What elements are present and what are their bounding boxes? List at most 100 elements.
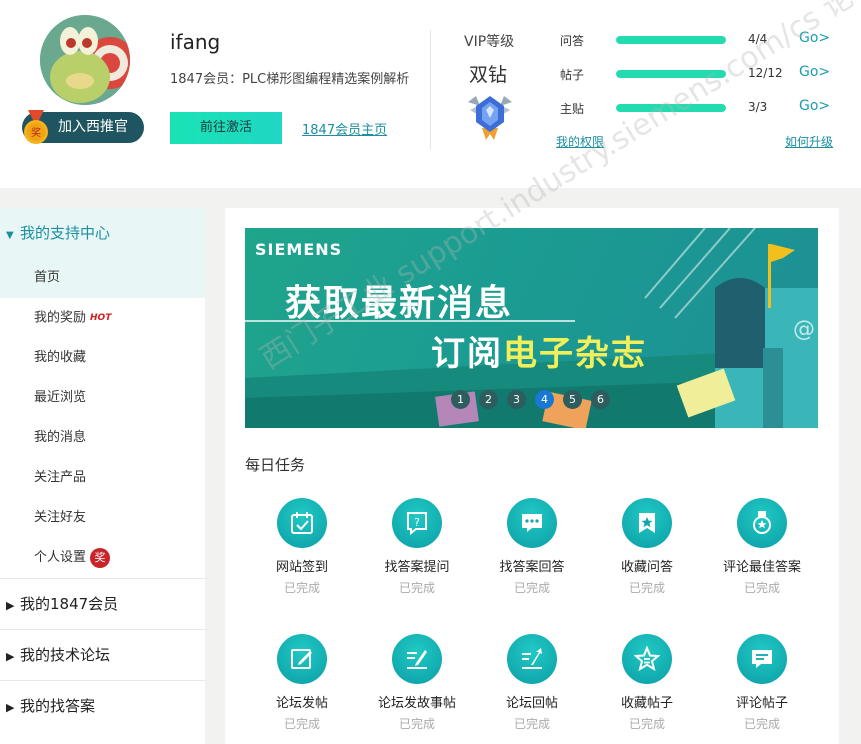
sidebar-item-followed-products[interactable]: 关注产品: [0, 458, 205, 498]
stat-label: 主贴: [560, 102, 585, 116]
svg-text:@: @: [793, 317, 815, 342]
stat-progress-fill: [616, 36, 726, 44]
stat-label: 问答: [560, 34, 585, 48]
sidebar-item-messages[interactable]: 我的消息: [0, 418, 205, 458]
task-ask-question[interactable]: ? 找答案提问 已完成: [367, 498, 467, 596]
sidebar-item-rewards[interactable]: 我的奖励 HOT: [0, 298, 205, 338]
task-status: 已完成: [743, 581, 780, 595]
sidebar-item-label: 我的消息: [34, 430, 87, 445]
sidebar-item-home[interactable]: 首页: [0, 258, 205, 298]
stat-progress-fill: [616, 70, 726, 78]
siemens-logo: SIEMENS: [255, 240, 343, 259]
carousel-dot[interactable]: 1: [451, 390, 470, 409]
sidebar-item-followed-friends[interactable]: 关注好友: [0, 498, 205, 538]
task-status: 已完成: [513, 581, 550, 595]
sidebar-item-label: 个人设置: [34, 550, 87, 565]
profile-header: 加入西推官 奖 ifang 1847会员：PLC梯形图编程精选案例解析 前往激活…: [0, 0, 861, 188]
chevron-down-icon: ▼: [6, 230, 14, 241]
task-name: 网站签到: [275, 560, 328, 575]
vip-title: VIP等级: [464, 34, 515, 50]
stat-go-link[interactable]: Go>: [799, 98, 830, 114]
banner-subheadline: 订阅电子杂志: [431, 326, 647, 375]
stat-row-qa: 问答 4/4 Go>: [560, 30, 830, 50]
sidebar-support-center[interactable]: ▼ 我的支持中心: [0, 208, 205, 258]
sidebar-item-label: 关注好友: [34, 510, 87, 525]
sidebar-item-favorites[interactable]: 我的收藏: [0, 338, 205, 378]
sidebar-section-tech-forum[interactable]: ▶ 我的技术论坛: [0, 629, 205, 680]
star-post-icon: [622, 634, 672, 684]
stat-progress-bar: [616, 36, 726, 44]
stat-progress-bar: [616, 70, 726, 78]
carousel-dot[interactable]: 6: [591, 390, 610, 409]
sidebar-section-label: 我的1847会员: [20, 595, 119, 613]
sidebar-section-1847-member[interactable]: ▶ 我的1847会员: [0, 578, 205, 629]
task-forum-story-post[interactable]: 论坛发故事帖 已完成: [367, 634, 467, 732]
sidebar-section-find-answers[interactable]: ▶ 我的找答案: [0, 680, 205, 731]
task-status: 已完成: [398, 581, 435, 595]
carousel-dots: 123456: [451, 388, 619, 409]
medal-icon: [737, 498, 787, 548]
stat-go-link[interactable]: Go>: [799, 64, 830, 80]
stat-row-posts: 帖子 12/12 Go>: [560, 64, 830, 84]
daily-tasks-title: 每日任务: [245, 456, 306, 474]
task-name: 论坛发故事帖: [377, 696, 456, 711]
stat-progress-bar: [616, 104, 726, 112]
star-bookmark-icon: [622, 498, 672, 548]
award-medal-icon: 奖: [24, 110, 48, 144]
svg-text:?: ?: [414, 516, 420, 529]
sidebar: ▼ 我的支持中心 首页 我的奖励 HOT 我的收藏 最近浏览 我的消息 关注产品 关…: [0, 208, 205, 744]
task-name: 论坛发帖: [275, 696, 328, 711]
task-status: 已完成: [628, 717, 665, 731]
how-upgrade-link[interactable]: 如何升级: [785, 133, 833, 150]
vip-level: 双钻: [469, 64, 508, 86]
member-info: 1847会员：PLC梯形图编程精选案例解析: [170, 72, 410, 87]
task-name: 收藏帖子: [620, 696, 673, 711]
banner-sub-b: 电子杂志: [503, 334, 647, 374]
banner-sub-a: 订阅: [431, 334, 503, 374]
task-name: 论坛回帖: [505, 696, 558, 711]
task-status: 已完成: [743, 717, 780, 731]
stat-count: 12/12: [748, 66, 783, 80]
header-divider: [430, 30, 431, 150]
sidebar-item-settings[interactable]: 个人设置奖: [0, 538, 205, 578]
svg-text:奖: 奖: [31, 126, 41, 139]
stat-progress-fill: [616, 104, 726, 112]
task-status: 已完成: [513, 717, 550, 731]
avatar[interactable]: [40, 15, 130, 105]
sidebar-item-recent[interactable]: 最近浏览: [0, 378, 205, 418]
task-status: 已完成: [398, 717, 435, 731]
sidebar-item-label: 我的奖励: [34, 310, 87, 326]
task-status: 已完成: [283, 581, 320, 595]
sidebar-item-label: 我的收藏: [34, 350, 87, 365]
member-home-link[interactable]: 1847会员主页: [302, 119, 387, 138]
main-content: @ SIEMENS 获取最新消息 订阅电子杂志 123456 每日任务 网站签到…: [225, 208, 839, 744]
calendar-check-icon: [277, 498, 327, 548]
username: ifang: [170, 30, 221, 54]
task-favorite-post[interactable]: 收藏帖子 已完成: [597, 634, 697, 732]
stat-count: 3/3: [748, 100, 768, 114]
reply-post-icon: [507, 634, 557, 684]
task-comment-post[interactable]: 评论帖子 已完成: [712, 634, 812, 732]
carousel-dot[interactable]: 3: [507, 390, 526, 409]
task-comment-best-answer[interactable]: 评论最佳答案 已完成: [712, 498, 812, 596]
stat-go-link[interactable]: Go>: [799, 30, 830, 46]
comment-post-icon: [737, 634, 787, 684]
task-favorite-qa[interactable]: 收藏问答 已完成: [597, 498, 697, 596]
task-forum-post[interactable]: 论坛发帖 已完成: [252, 634, 352, 732]
task-name: 找答案提问: [384, 560, 450, 575]
task-name: 评论最佳答案: [722, 560, 801, 575]
promo-banner[interactable]: @ SIEMENS 获取最新消息 订阅电子杂志 123456: [245, 228, 818, 428]
activate-button[interactable]: 前往激活: [170, 112, 282, 144]
award-badge: 奖: [90, 547, 111, 568]
carousel-dot-active[interactable]: 4: [535, 390, 554, 409]
task-name: 收藏问答: [620, 560, 673, 575]
task-forum-reply[interactable]: 论坛回帖 已完成: [482, 634, 582, 732]
task-answer-question[interactable]: 找答案回答 已完成: [482, 498, 582, 596]
task-site-checkin[interactable]: 网站签到 已完成: [252, 498, 352, 596]
stat-row-main-posts: 主贴 3/3 Go>: [560, 98, 830, 118]
task-status: 已完成: [628, 581, 665, 595]
carousel-dot[interactable]: 5: [563, 390, 582, 409]
carousel-dot[interactable]: 2: [479, 390, 498, 409]
sidebar-section-label: 我的技术论坛: [20, 646, 111, 664]
my-rights-link[interactable]: 我的权限: [556, 133, 604, 150]
